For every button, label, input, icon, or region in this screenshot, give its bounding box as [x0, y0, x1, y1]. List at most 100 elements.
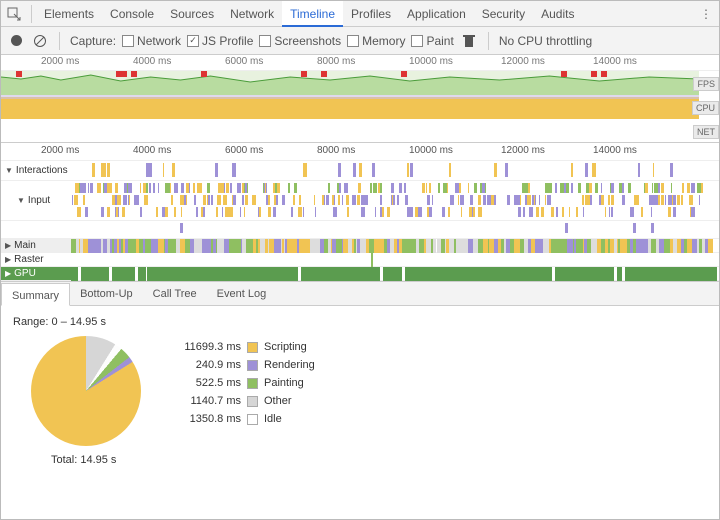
- event-slice[interactable]: [407, 207, 411, 217]
- event-slice[interactable]: [458, 195, 459, 205]
- event-slice[interactable]: [405, 195, 409, 205]
- event-slice[interactable]: [474, 207, 475, 217]
- event-slice[interactable]: [611, 183, 614, 193]
- event-slice[interactable]: [551, 207, 555, 217]
- overview-pane[interactable]: 2000 ms4000 ms6000 ms8000 ms10000 ms1200…: [1, 55, 719, 143]
- event-slice[interactable]: [71, 267, 78, 281]
- event-slice[interactable]: [407, 163, 408, 177]
- event-slice[interactable]: [144, 195, 147, 205]
- event-slice[interactable]: [608, 195, 611, 205]
- event-slice[interactable]: [237, 183, 241, 193]
- event-slice[interactable]: [645, 267, 659, 281]
- event-slice[interactable]: [157, 207, 158, 217]
- event-slice[interactable]: [392, 195, 393, 205]
- event-slice[interactable]: [630, 207, 633, 217]
- event-slice[interactable]: [689, 195, 693, 205]
- event-slice[interactable]: [199, 183, 202, 193]
- event-slice[interactable]: [112, 267, 130, 281]
- event-slice[interactable]: [628, 183, 631, 193]
- event-slice[interactable]: [252, 195, 256, 205]
- capture-screenshots-checkbox[interactable]: Screenshots: [259, 34, 341, 48]
- event-slice[interactable]: [232, 267, 252, 281]
- event-slice[interactable]: [601, 267, 614, 281]
- event-slice[interactable]: [353, 267, 364, 281]
- capture-network-checkbox[interactable]: Network: [122, 34, 181, 48]
- event-slice[interactable]: [625, 267, 644, 281]
- event-slice[interactable]: [474, 183, 477, 193]
- event-slice[interactable]: [691, 207, 695, 217]
- event-slice[interactable]: [536, 207, 539, 217]
- event-slice[interactable]: [371, 253, 373, 267]
- event-slice[interactable]: [449, 163, 451, 177]
- event-slice[interactable]: [565, 267, 586, 281]
- event-slice[interactable]: [609, 207, 610, 217]
- event-slice[interactable]: [175, 267, 188, 281]
- event-slice[interactable]: [174, 183, 177, 193]
- event-slice[interactable]: [589, 183, 592, 193]
- event-slice[interactable]: [427, 195, 429, 205]
- event-slice[interactable]: [590, 195, 592, 205]
- event-slice[interactable]: [267, 267, 279, 281]
- event-slice[interactable]: [358, 183, 362, 193]
- event-slice[interactable]: [680, 267, 694, 281]
- disclosure-triangle-icon[interactable]: ▶: [5, 269, 11, 278]
- track-gpu[interactable]: ▶GPU: [1, 267, 719, 281]
- event-slice[interactable]: [134, 195, 135, 205]
- event-slice[interactable]: [601, 183, 602, 193]
- event-slice[interactable]: [322, 195, 323, 205]
- event-slice[interactable]: [138, 267, 147, 281]
- event-slice[interactable]: [233, 195, 236, 205]
- event-slice[interactable]: [497, 267, 521, 281]
- event-slice[interactable]: [83, 183, 87, 193]
- event-slice[interactable]: [545, 195, 547, 205]
- event-slice[interactable]: [158, 183, 159, 193]
- event-slice[interactable]: [277, 183, 280, 193]
- event-slice[interactable]: [193, 183, 195, 193]
- event-slice[interactable]: [122, 207, 124, 217]
- event-slice[interactable]: [174, 207, 177, 217]
- event-slice[interactable]: [404, 183, 405, 193]
- tab-elements[interactable]: Elements: [36, 1, 102, 27]
- event-slice[interactable]: [611, 195, 614, 205]
- event-slice[interactable]: [556, 207, 558, 217]
- event-slice[interactable]: [318, 267, 336, 281]
- event-slice[interactable]: [682, 183, 684, 193]
- clear-button[interactable]: [31, 32, 49, 50]
- event-slice[interactable]: [165, 183, 168, 193]
- tab-console[interactable]: Console: [102, 1, 162, 27]
- event-slice[interactable]: [128, 183, 132, 193]
- event-slice[interactable]: [529, 183, 530, 193]
- event-slice[interactable]: [230, 207, 234, 217]
- event-slice[interactable]: [203, 195, 206, 205]
- event-slice[interactable]: [97, 183, 101, 193]
- event-slice[interactable]: [519, 195, 521, 205]
- event-slice[interactable]: [487, 195, 490, 205]
- event-slice[interactable]: [532, 195, 534, 205]
- event-slice[interactable]: [383, 267, 402, 281]
- event-slice[interactable]: [146, 183, 148, 193]
- event-slice[interactable]: [432, 195, 433, 205]
- event-slice[interactable]: [478, 195, 482, 205]
- event-slice[interactable]: [123, 195, 126, 205]
- tab-application[interactable]: Application: [399, 1, 474, 27]
- event-slice[interactable]: [397, 195, 399, 205]
- event-slice[interactable]: [273, 207, 275, 217]
- capture-memory-checkbox[interactable]: Memory: [347, 34, 405, 48]
- event-slice[interactable]: [165, 207, 167, 217]
- event-slice[interactable]: [605, 207, 607, 217]
- event-slice[interactable]: [548, 195, 550, 205]
- event-slice[interactable]: [216, 207, 219, 217]
- event-slice[interactable]: [153, 183, 155, 193]
- event-slice[interactable]: [230, 183, 232, 193]
- event-slice[interactable]: [242, 183, 244, 193]
- event-slice[interactable]: [520, 267, 532, 281]
- event-slice[interactable]: [517, 195, 518, 205]
- event-slice[interactable]: [88, 183, 90, 193]
- event-slice[interactable]: [298, 207, 302, 217]
- event-slice[interactable]: [274, 195, 276, 205]
- event-slice[interactable]: [301, 267, 319, 281]
- event-slice[interactable]: [405, 267, 414, 281]
- event-slice[interactable]: [279, 267, 298, 281]
- track-interactions[interactable]: ▼Interactions: [1, 161, 719, 181]
- track-main[interactable]: ▶Main: [1, 239, 719, 253]
